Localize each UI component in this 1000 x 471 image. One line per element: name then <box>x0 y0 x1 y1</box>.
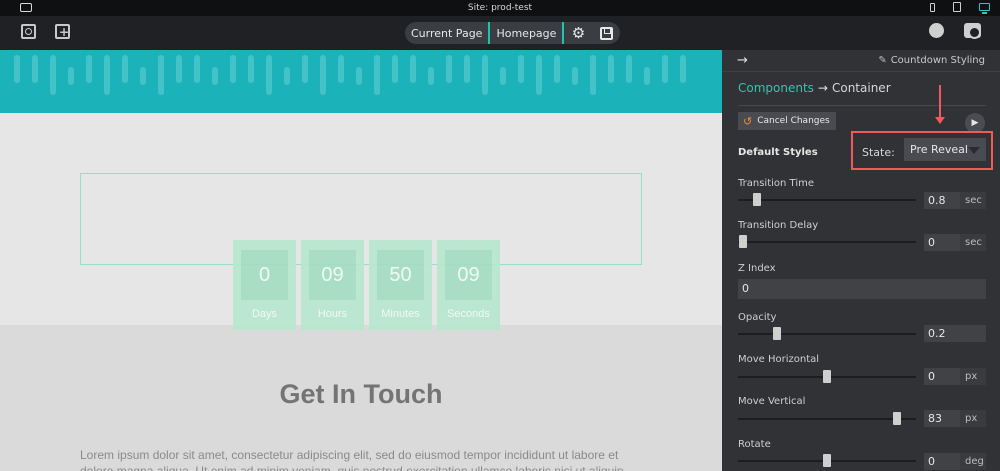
move-horizontal-input[interactable]: 0 <box>924 368 960 385</box>
breadcrumb: Components → Container <box>738 81 891 95</box>
rotate-unit: deg <box>960 453 986 470</box>
move-vertical-slider[interactable] <box>738 412 916 425</box>
page-settings-gear-icon[interactable]: ⚙ <box>564 22 592 44</box>
slider-handle[interactable] <box>823 454 831 467</box>
rotate-slider[interactable] <box>738 454 916 467</box>
phone-view-icon[interactable] <box>930 2 935 12</box>
page-selector-pill: Current Page Homepage ⚙ <box>405 22 621 44</box>
countdown-seconds: 09 Seconds <box>437 240 500 330</box>
transition-time-slider[interactable] <box>738 193 916 206</box>
transition-time-label: Transition Time <box>738 178 815 189</box>
opacity-input[interactable]: 0.2 <box>924 325 986 342</box>
divider <box>738 105 986 106</box>
editor-toolbar: + Current Page Homepage ⚙ <box>0 16 1000 50</box>
move-vertical-input[interactable]: 83 <box>924 410 960 427</box>
slider-handle[interactable] <box>773 327 781 340</box>
state-select-value: Pre Reveal <box>910 143 968 156</box>
header-banner <box>0 50 722 113</box>
globe-icon[interactable] <box>929 23 944 38</box>
chevron-down-icon <box>968 147 980 154</box>
section-body-text: Lorem ipsum dolor sit amet, consectetur … <box>80 448 624 471</box>
move-horizontal-unit: px <box>960 368 986 385</box>
slider-handle[interactable] <box>823 370 831 383</box>
slider-handle[interactable] <box>893 412 901 425</box>
transition-delay-unit: sec <box>960 234 986 251</box>
z-index-input[interactable]: 0 <box>738 279 986 299</box>
styling-panel: → ✎ Countdown Styling Components → Containe… <box>722 50 1000 471</box>
search-pages-icon[interactable] <box>21 24 36 39</box>
opacity-slider[interactable] <box>738 327 916 340</box>
opacity-label: Opacity <box>738 312 777 323</box>
undo-icon: ↺ <box>743 114 753 128</box>
page-canvas[interactable]: 0 Days 09 Hours 50 Minutes 09 Seconds Ge… <box>0 50 722 471</box>
transition-delay-slider[interactable] <box>738 235 916 248</box>
panel-title-text: Countdown Styling <box>890 55 985 66</box>
transition-delay-label: Transition Delay <box>738 220 819 231</box>
section-heading: Get In Touch <box>279 379 443 409</box>
toolbar-left-group: + <box>21 24 70 39</box>
current-page-label: Current Page <box>411 26 483 40</box>
cancel-changes-button[interactable]: ↺ Cancel Changes <box>738 112 836 130</box>
transition-time-input[interactable]: 0.8 <box>924 192 960 209</box>
countdown-minutes: 50 Minutes <box>369 240 432 330</box>
device-switcher <box>930 2 990 14</box>
default-styles-heading: Default Styles <box>738 147 818 158</box>
countdown-seconds-value: 09 <box>445 250 492 300</box>
countdown-days-label: Days <box>251 308 278 320</box>
countdown-days: 0 Days <box>233 240 296 330</box>
z-index-label: Z Index <box>738 263 776 274</box>
transition-delay-input[interactable]: 0 <box>924 234 960 251</box>
breadcrumb-container: Container <box>831 81 891 95</box>
annotation-arrow <box>935 85 945 124</box>
cancel-changes-label: Cancel Changes <box>757 116 830 126</box>
rotate-input[interactable]: 0 <box>924 453 960 470</box>
add-page-icon[interactable]: + <box>55 24 70 39</box>
countdown-hours: 09 Hours <box>301 240 364 330</box>
move-vertical-unit: px <box>960 410 986 427</box>
countdown-minutes-value: 50 <box>377 250 424 300</box>
site-title: Site: prod-test <box>467 3 533 13</box>
transition-time-unit: sec <box>960 192 986 209</box>
slider-handle[interactable] <box>739 235 747 248</box>
move-horizontal-slider[interactable] <box>738 370 916 383</box>
breadcrumb-arrow-icon: → <box>817 81 828 95</box>
brush-icon: ✎ <box>878 55 887 66</box>
homepage-dropdown[interactable]: Homepage <box>490 22 562 44</box>
slider-handle[interactable] <box>753 193 761 206</box>
countdown-hours-value: 09 <box>309 250 356 300</box>
tablet-view-icon[interactable] <box>953 2 961 12</box>
countdown-minutes-label: Minutes <box>381 308 420 320</box>
play-preview-icon[interactable]: ▶ <box>965 113 985 133</box>
countdown-timer[interactable]: 0 Days 09 Hours 50 Minutes 09 Seconds <box>233 240 500 330</box>
desktop-view-icon[interactable] <box>979 3 990 14</box>
state-label: State: <box>862 146 895 159</box>
toolbar-right-group <box>929 23 981 39</box>
rotate-label: Rotate <box>738 439 771 450</box>
save-icon[interactable] <box>592 22 620 44</box>
move-vertical-label: Move Vertical <box>738 396 806 407</box>
move-horizontal-label: Move Horizontal <box>738 354 820 365</box>
collapse-panel-arrow-icon[interactable]: → <box>737 53 748 68</box>
state-highlight-box: State: Pre Reveal <box>851 131 993 170</box>
panel-title: ✎ Countdown Styling <box>878 55 985 66</box>
countdown-days-value: 0 <box>241 250 288 300</box>
banner-pattern <box>0 50 722 113</box>
breadcrumb-components-link[interactable]: Components <box>738 81 814 95</box>
panel-header: → ✎ Countdown Styling <box>722 50 1000 72</box>
countdown-seconds-label: Seconds <box>447 308 490 320</box>
countdown-hours-label: Hours <box>317 308 348 320</box>
preview-eye-icon[interactable] <box>964 23 981 39</box>
window-titlebar: Site: prod-test <box>0 0 1000 16</box>
state-select[interactable]: Pre Reveal <box>904 138 986 161</box>
